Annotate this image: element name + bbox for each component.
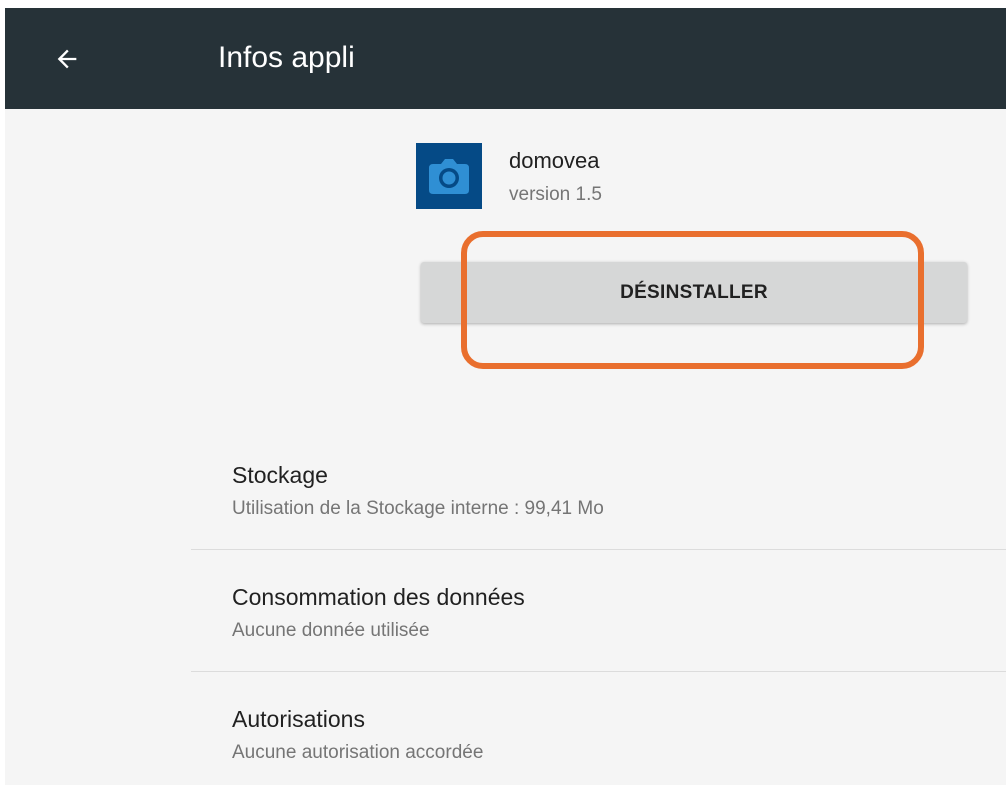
settings-item-title: Consommation des données xyxy=(232,584,525,610)
highlight-annotation xyxy=(461,231,924,369)
app-icon xyxy=(416,143,482,209)
settings-item-title: Autorisations xyxy=(232,706,365,732)
back-button[interactable] xyxy=(41,33,93,85)
app-info-screen: Infos appli domovea version 1.5 DÉSINSTA… xyxy=(5,8,1006,785)
page-title: Infos appli xyxy=(218,41,355,74)
settings-item-summary: Utilisation de la Stockage interne : 99,… xyxy=(232,498,604,519)
arrow-left-icon xyxy=(57,49,77,69)
app-version: version 1.5 xyxy=(509,184,602,205)
camera-icon xyxy=(429,159,469,194)
app-name: domovea xyxy=(509,148,600,173)
settings-item-storage[interactable]: Stockage Utilisation de la Stockage inte… xyxy=(191,428,1006,550)
settings-item-summary: Aucune donnée utilisée xyxy=(232,620,430,641)
settings-item-title: Stockage xyxy=(232,462,328,488)
settings-item-permissions[interactable]: Autorisations Aucune autorisation accord… xyxy=(191,672,1006,785)
settings-item-data-usage[interactable]: Consommation des données Aucune donnée u… xyxy=(191,550,1006,672)
settings-item-summary: Aucune autorisation accordée xyxy=(232,742,484,763)
app-bar: Infos appli xyxy=(5,8,1006,109)
settings-list: Stockage Utilisation de la Stockage inte… xyxy=(191,428,1006,785)
